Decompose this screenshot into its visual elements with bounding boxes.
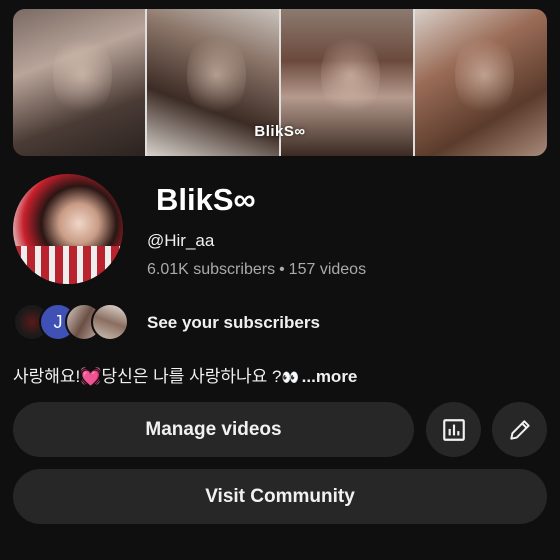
- stats-separator: •: [279, 261, 285, 278]
- see-subscribers-row[interactable]: J See your subscribers: [13, 301, 320, 343]
- bar-chart-icon: [442, 418, 465, 441]
- edit-channel-button[interactable]: [492, 402, 547, 457]
- channel-stats: 6.01K subscribers • 157 videos: [147, 261, 366, 279]
- channel-banner[interactable]: BlikS∞: [13, 9, 547, 156]
- video-count: 157 videos: [288, 261, 367, 278]
- channel-avatar[interactable]: [13, 174, 123, 284]
- see-subscribers-label: See your subscribers: [147, 313, 320, 332]
- channel-handle: @Hir_aa: [147, 231, 215, 250]
- banner-logo-text: BlikS∞: [254, 123, 306, 140]
- analytics-button[interactable]: [426, 402, 481, 457]
- subscriber-avatar: [91, 303, 129, 341]
- eyes-emoji: 👀: [281, 369, 298, 385]
- avatar-shirt: [13, 245, 123, 284]
- channel-description[interactable]: 사랑해요!💓당신은 나를 사랑하나요 ?👀 ...more: [13, 362, 357, 387]
- manage-videos-button[interactable]: Manage videos: [13, 402, 414, 457]
- channel-name: BlikS∞: [156, 182, 256, 217]
- description-text: 사랑해요!💓당신은 나를 사랑하나요 ?: [13, 367, 282, 386]
- visit-community-button[interactable]: Visit Community: [13, 469, 547, 524]
- subscriber-count: 6.01K subscribers: [147, 261, 276, 278]
- pencil-icon: [509, 419, 530, 440]
- more-link[interactable]: ...more: [297, 367, 358, 386]
